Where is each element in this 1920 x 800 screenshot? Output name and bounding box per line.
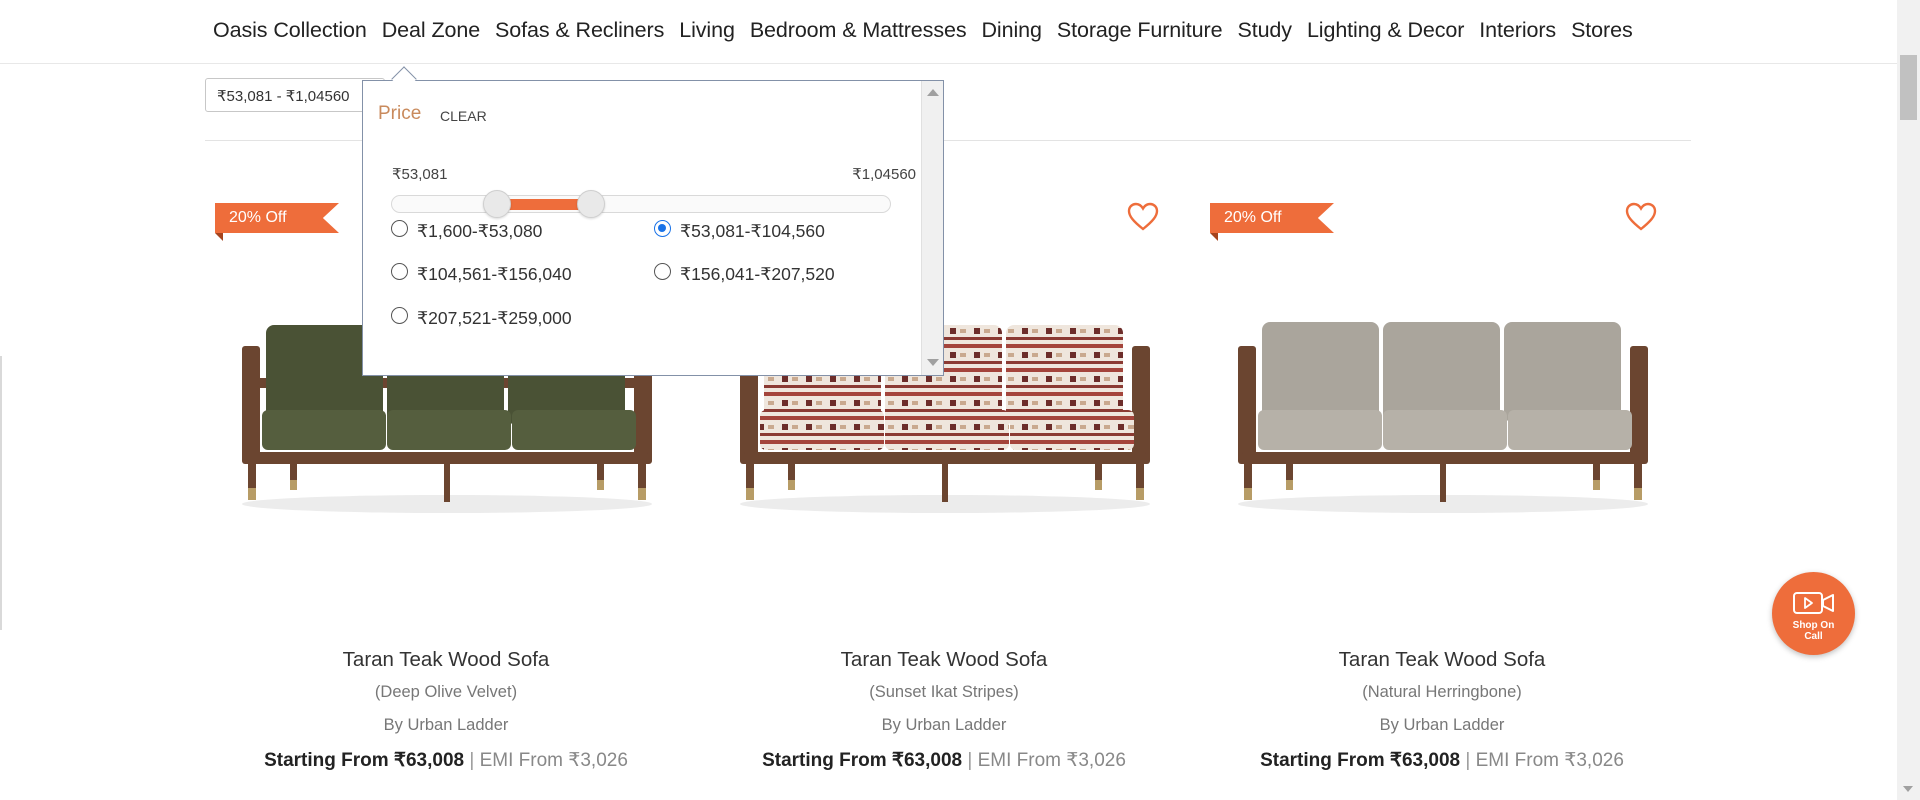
- product-title[interactable]: Taran Teak Wood Sofa: [734, 648, 1154, 672]
- nav-item-stores[interactable]: Stores: [1571, 16, 1633, 44]
- price-prefix: Starting From: [1260, 750, 1390, 771]
- wishlist-heart-icon[interactable]: [1127, 202, 1159, 232]
- applied-price-filter-chip[interactable]: ₹53,081 - ₹1,04560: [205, 78, 385, 112]
- slider-min-handle[interactable]: [482, 190, 511, 218]
- price-option-2[interactable]: ₹53,081-₹104,560: [654, 220, 825, 242]
- price-option-label: ₹156,041-₹207,520: [680, 264, 835, 284]
- top-navigation: Oasis Collection Deal Zone Sofas & Recli…: [0, 0, 1901, 64]
- price-option-label: ₹104,561-₹156,040: [417, 264, 572, 284]
- price-prefix: Starting From: [264, 750, 394, 771]
- badge-fold: [1210, 233, 1218, 241]
- radio-price-option-3[interactable]: [391, 263, 408, 280]
- product-emi: EMI From ₹3,026: [1475, 750, 1624, 771]
- product-price: ₹63,008: [1389, 750, 1461, 771]
- discount-badge: 20% Off: [1210, 203, 1334, 233]
- product-title[interactable]: Taran Teak Wood Sofa: [1232, 648, 1652, 672]
- product-variant: (Natural Herringbone): [1362, 683, 1522, 701]
- nav-item-storage-furniture[interactable]: Storage Furniture: [1057, 16, 1223, 44]
- price-option-5[interactable]: ₹207,521-₹259,000: [391, 307, 572, 329]
- radio-price-option-1[interactable]: [391, 220, 408, 237]
- price-range-slider[interactable]: [391, 190, 891, 218]
- wishlist-heart-icon[interactable]: [1625, 202, 1657, 232]
- price-option-label: ₹207,521-₹259,000: [417, 308, 572, 328]
- shop-on-call-line2: Call: [1804, 631, 1823, 642]
- price-separator: |: [962, 750, 978, 771]
- nav-item-study[interactable]: Study: [1237, 16, 1292, 44]
- product-emi: EMI From ₹3,026: [479, 750, 628, 771]
- applied-price-filter-label: ₹53,081 - ₹1,04560: [217, 88, 350, 105]
- price-option-1[interactable]: ₹1,600-₹53,080: [391, 220, 543, 242]
- nav-item-bedroom-mattresses[interactable]: Bedroom & Mattresses: [750, 16, 967, 44]
- price-separator: |: [1460, 750, 1476, 771]
- product-price: ₹63,008: [393, 750, 465, 771]
- range-min-label: ₹53,081: [392, 166, 448, 183]
- product-price: ₹63,008: [891, 750, 963, 771]
- page-scroll-down-arrow-icon[interactable]: [1903, 786, 1913, 792]
- scroll-up-arrow-icon[interactable]: [927, 89, 939, 96]
- shop-on-call-button[interactable]: Shop On Call: [1772, 572, 1855, 655]
- scroll-down-arrow-icon[interactable]: [927, 359, 939, 366]
- clear-button[interactable]: CLEAR: [440, 108, 487, 124]
- product-variant: (Deep Olive Velvet): [374, 683, 518, 701]
- nav-item-oasis-collection[interactable]: Oasis Collection: [213, 16, 367, 44]
- price-option-3[interactable]: ₹104,561-₹156,040: [391, 263, 572, 285]
- price-tab[interactable]: Price: [378, 103, 421, 125]
- badge-fold: [215, 233, 223, 241]
- nav-item-dining[interactable]: Dining: [981, 16, 1041, 44]
- discount-badge: 20% Off: [215, 203, 339, 233]
- price-separator: |: [464, 750, 480, 771]
- nav-item-interiors[interactable]: Interiors: [1479, 16, 1556, 44]
- price-option-label: ₹53,081-₹104,560: [680, 221, 825, 241]
- product-image-sofa-herringbone[interactable]: [1228, 318, 1658, 518]
- product-price-line: Starting From ₹63,008 | EMI From ₹3,026: [734, 749, 1154, 772]
- left-edge-panel: [0, 356, 2, 630]
- nav-item-deal-zone[interactable]: Deal Zone: [382, 16, 480, 44]
- product-price-line: Starting From ₹63,008 | EMI From ₹3,026: [236, 749, 656, 772]
- price-option-label: ₹1,600-₹53,080: [417, 221, 543, 241]
- range-max-label: ₹1,04560: [852, 166, 916, 183]
- nav-item-living[interactable]: Living: [679, 16, 735, 44]
- price-option-4[interactable]: ₹156,041-₹207,520: [654, 263, 835, 285]
- price-filter-dropdown: Price CLEAR ₹53,081 ₹1,04560 ₹1,600-₹53,…: [362, 80, 944, 376]
- product-brand: By Urban Ladder: [383, 716, 509, 734]
- page-scrollbar[interactable]: [1897, 0, 1920, 800]
- radio-price-option-5[interactable]: [391, 307, 408, 324]
- shop-on-call-label: Shop On Call: [1772, 620, 1855, 642]
- price-prefix: Starting From: [762, 750, 892, 771]
- product-brand: By Urban Ladder: [881, 716, 1007, 734]
- dropdown-scrollbar[interactable]: [921, 81, 943, 375]
- radio-price-option-2[interactable]: [654, 220, 671, 237]
- nav-menu: Oasis Collection Deal Zone Sofas & Recli…: [213, 16, 1648, 44]
- product-price-line: Starting From ₹63,008 | EMI From ₹3,026: [1232, 749, 1652, 772]
- product-title[interactable]: Taran Teak Wood Sofa: [236, 648, 656, 672]
- shop-on-call-line1: Shop On: [1792, 620, 1835, 631]
- product-emi: EMI From ₹3,026: [977, 750, 1126, 771]
- product-variant: (Sunset Ikat Stripes): [869, 683, 1019, 701]
- nav-item-sofas-recliners[interactable]: Sofas & Recliners: [495, 16, 664, 44]
- video-call-icon: [1793, 592, 1834, 614]
- page-scrollbar-thumb[interactable]: [1900, 55, 1917, 120]
- nav-item-lighting-decor[interactable]: Lighting & Decor: [1307, 16, 1464, 44]
- product-brand: By Urban Ladder: [1379, 716, 1505, 734]
- radio-price-option-4[interactable]: [654, 263, 671, 280]
- slider-max-handle[interactable]: [577, 190, 606, 218]
